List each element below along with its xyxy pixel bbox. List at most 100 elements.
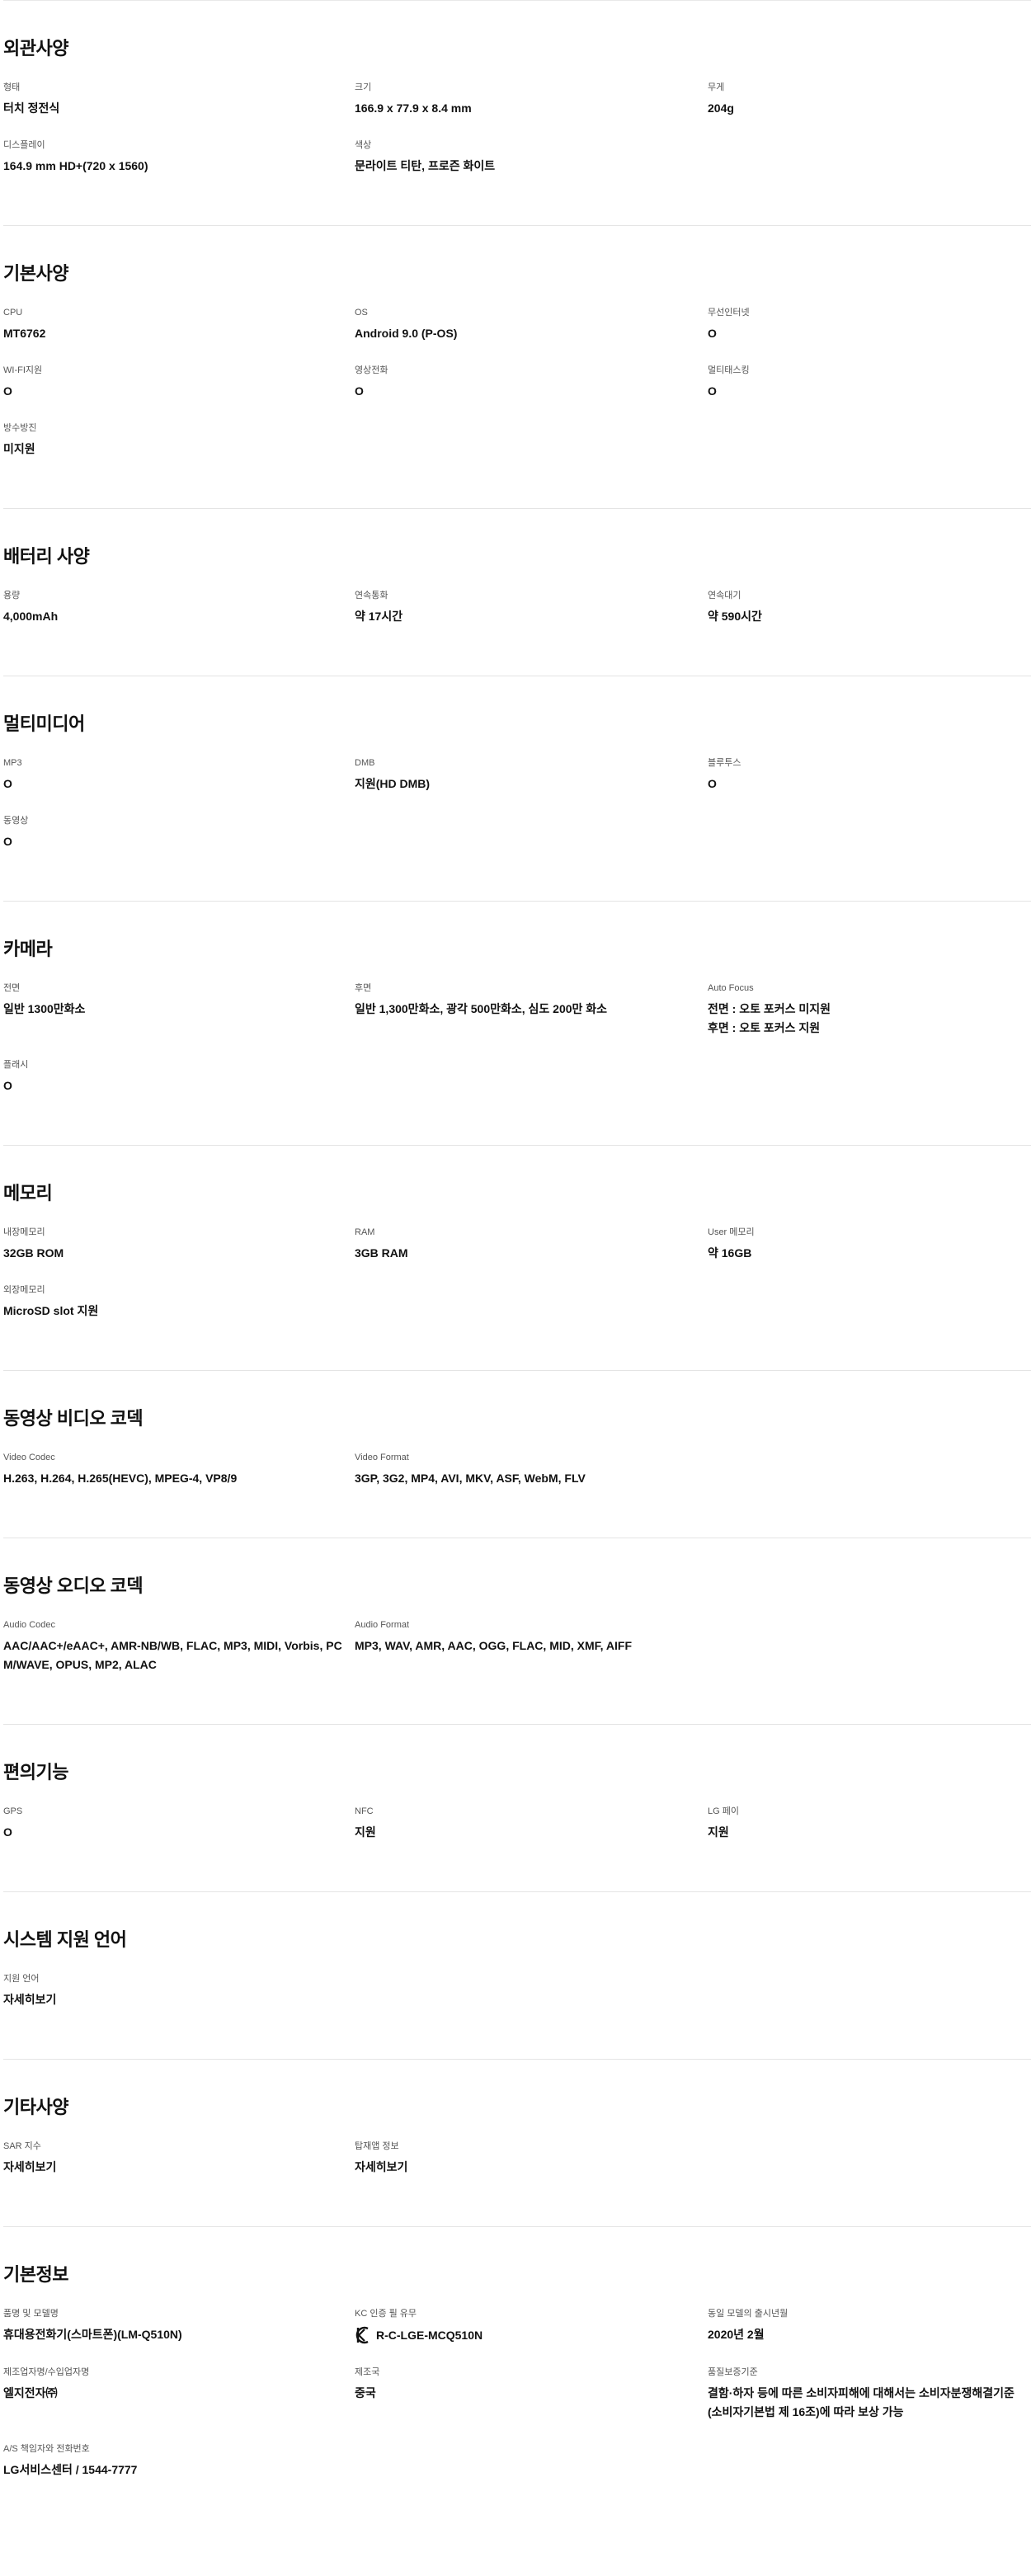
section-title: 동영상 오디오 코덱 bbox=[3, 1575, 144, 1596]
spec-section-1: 기본사양 CPU MT6762 OS Android 9.0 (P-OS) 무선인터넷 O… bbox=[3, 225, 1031, 508]
spec-grid: 내장메모리 32GB ROM RAM 3GB RAM User 메모리 약 16GB 외장메… bbox=[3, 1227, 1031, 1321]
spec-item: 품질보증기준 결함·하자 등에 따른 소비자피해에 대해서는 소비자분쟁해결기준(… bbox=[708, 2366, 1031, 2422]
spec-value: 중국 bbox=[355, 2386, 376, 2399]
spec-grid: 형태 터치 정전식 크기 166.9 x 77.9 x 8.4 mm 무게 204g 디스플… bbox=[3, 82, 1031, 176]
spec-grid: 용량 4,000mAh 연속통화 약 17시간 연속대기 약 590시간 bbox=[3, 590, 1031, 626]
section-title: 메모리 bbox=[3, 1183, 53, 1203]
spec-item: 무게 204g bbox=[708, 82, 1031, 118]
spec-value: 지원 bbox=[708, 1825, 729, 1839]
spec-item: KC 인증 필 유무 R-C-LGE-MCQ510N bbox=[355, 2308, 708, 2345]
section-title: 편의기능 bbox=[3, 1762, 68, 1782]
spec-value: Android 9.0 (P-OS) bbox=[355, 327, 458, 340]
spec-label: 연속통화 bbox=[355, 591, 388, 600]
spec-item: 제조국중국 bbox=[355, 2366, 708, 2422]
spec-grid: MP3 O DMB 지원(HD DMB) 블루투스 O 동영상 O bbox=[3, 757, 1031, 851]
spec-section-6: 동영상 비디오 코덱 Video Codec H.263, H.264, H.26… bbox=[3, 1370, 1031, 1538]
spec-label: Auto Focus bbox=[708, 983, 754, 993]
spec-value: 166.9 x 77.9 x 8.4 mm bbox=[355, 101, 472, 115]
spec-section-2: 배터리 사양 용량 4,000mAh 연속통화 약 17시간 연속대기 약 590시간 bbox=[3, 508, 1031, 676]
spec-item: SAR 지수자세히보기 bbox=[3, 2140, 355, 2177]
spec-grid: CPU MT6762 OS Android 9.0 (P-OS) 무선인터넷 O WI-FI… bbox=[3, 307, 1031, 459]
spec-section-8: 편의기능 GPS O NFC 지원 LG 페이 지원 bbox=[3, 1724, 1031, 1891]
spec-item: WI-FI지원 O bbox=[3, 365, 355, 401]
spec-item: Auto Focus 전면 : 오토 포커스 미지원 후면 : 오토 포커스 지원 bbox=[708, 982, 1031, 1038]
section-title: 배터리 사양 bbox=[3, 546, 90, 567]
spec-label: 제조업자명/수입업자명 bbox=[3, 2367, 90, 2377]
spec-label: 연속대기 bbox=[708, 591, 741, 600]
spec-label: GPS bbox=[3, 1806, 23, 1816]
spec-value: 204g bbox=[708, 101, 734, 115]
spec-sections: 외관사양 형태 터치 정전식 크기 166.9 x 77.9 x 8.4 mm 무게 20… bbox=[3, 0, 1031, 2529]
spec-section-9: 시스템 지원 언어 지원 언어 자세히보기 bbox=[3, 1891, 1031, 2059]
spec-grid: Video Codec H.263, H.264, H.265(HEVC), MP… bbox=[3, 1452, 1031, 1488]
spec-item: 연속대기 약 590시간 bbox=[708, 590, 1031, 626]
spec-value: 전면 : 오토 포커스 미지원 후면 : 오토 포커스 지원 bbox=[708, 1000, 1019, 1038]
spec-label: Audio Format bbox=[355, 1620, 410, 1630]
spec-value: 문라이트 티탄, 프로즌 화이트 bbox=[355, 159, 496, 172]
spec-item: 후면 일반 1,300만화소, 광각 500만화소, 심도 200만 화소 bbox=[355, 982, 708, 1038]
spec-label: OS bbox=[355, 308, 368, 318]
detail-link[interactable]: 자세히보기 bbox=[355, 2158, 696, 2177]
spec-item: 무선인터넷 O bbox=[708, 307, 1031, 343]
spec-section-5: 메모리 내장메모리 32GB ROM RAM 3GB RAM User 메모리 약 16G… bbox=[3, 1145, 1031, 1370]
detail-link[interactable]: 자세히보기 bbox=[3, 2158, 343, 2177]
spec-item: 영상전화 O bbox=[355, 365, 708, 401]
spec-grid: 품명 및 모델명휴대용전화기(스마트폰)(LM-Q510N) KC 인증 필 유무… bbox=[3, 2308, 1031, 2479]
spec-item: 색상문라이트 티탄, 프로즌 화이트 bbox=[355, 139, 708, 176]
spec-label: 외장메모리 bbox=[3, 1285, 45, 1295]
spec-section-7: 동영상 오디오 코덱 Audio Codec AAC/AAC+/eAAC+, AM… bbox=[3, 1538, 1031, 1724]
spec-label: Video Format bbox=[355, 1453, 409, 1462]
spec-label: 무선인터넷 bbox=[708, 308, 750, 318]
section-title: 외관사양 bbox=[3, 38, 68, 59]
spec-item: 연속통화약 17시간 bbox=[355, 590, 708, 626]
spec-value: 약 17시간 bbox=[355, 610, 403, 623]
spec-item: User 메모리 약 16GB bbox=[708, 1227, 1031, 1263]
spec-label: 색상 bbox=[355, 140, 372, 150]
spec-page: 외관사양 형태 터치 정전식 크기 166.9 x 77.9 x 8.4 mm 무게 20… bbox=[0, 0, 1031, 2529]
spec-item: 블루투스 O bbox=[708, 757, 1031, 794]
spec-label: 제조국 bbox=[355, 2367, 380, 2377]
spec-item: 지원 언어 자세히보기 bbox=[3, 1973, 355, 2009]
spec-value: 2020년 2월 bbox=[708, 2328, 765, 2341]
section-title: 기타사양 bbox=[3, 2097, 68, 2117]
spec-label: 품명 및 모델명 bbox=[3, 2309, 59, 2319]
spec-label: 영상전화 bbox=[355, 365, 388, 375]
spec-value: O bbox=[708, 777, 717, 790]
spec-item: A/S 책임자와 전화번호 LG서비스센터 / 1544-7777 bbox=[3, 2443, 355, 2479]
spec-grid: 전면 일반 1300만화소 후면 일반 1,300만화소, 광각 500만화소, 심도… bbox=[3, 982, 1031, 1095]
spec-label: 후면 bbox=[355, 983, 372, 993]
spec-label: 무게 bbox=[708, 82, 725, 92]
spec-item: 동영상 O bbox=[3, 815, 355, 851]
spec-value: 엘지전자㈜ bbox=[3, 2386, 58, 2399]
spec-label: A/S 책임자와 전화번호 bbox=[3, 2444, 90, 2454]
spec-value: 4,000mAh bbox=[3, 610, 59, 623]
spec-item: 제조업자명/수입업자명엘지전자㈜ bbox=[3, 2366, 355, 2422]
spec-label: 탑재앱 정보 bbox=[355, 2141, 399, 2151]
spec-grid: SAR 지수 자세히보기 탑재앱 정보 자세히보기 bbox=[3, 2140, 1031, 2177]
spec-item: 방수방진 미지원 bbox=[3, 422, 355, 459]
spec-value: O bbox=[3, 1079, 12, 1092]
spec-value: O bbox=[3, 384, 12, 398]
spec-value: O bbox=[3, 1825, 12, 1839]
spec-item: 탑재앱 정보자세히보기 bbox=[355, 2140, 708, 2177]
spec-label: 동영상 bbox=[3, 816, 29, 826]
spec-label: NFC bbox=[355, 1806, 374, 1816]
detail-link[interactable]: 자세히보기 bbox=[3, 1990, 343, 2009]
spec-label: SAR 지수 bbox=[3, 2141, 41, 2151]
spec-label: 방수방진 bbox=[3, 423, 37, 433]
spec-value: 3GP, 3G2, MP4, AVI, MKV, ASF, WebM, FLV bbox=[355, 1472, 586, 1485]
spec-value: 32GB ROM bbox=[3, 1246, 64, 1260]
spec-value: 휴대용전화기(스마트폰)(LM-Q510N) bbox=[3, 2328, 182, 2341]
spec-label: RAM bbox=[355, 1227, 375, 1237]
section-title: 동영상 비디오 코덱 bbox=[3, 1408, 144, 1429]
spec-label: 블루투스 bbox=[708, 758, 741, 768]
section-title: 기본정보 bbox=[3, 2264, 68, 2285]
section-title: 멀티미디어 bbox=[3, 713, 85, 734]
spec-item: 전면 일반 1300만화소 bbox=[3, 982, 355, 1038]
spec-item: 플래시 O bbox=[3, 1059, 355, 1095]
spec-item: 형태 터치 정전식 bbox=[3, 82, 355, 118]
spec-label: User 메모리 bbox=[708, 1227, 755, 1237]
spec-label: 전면 bbox=[3, 983, 21, 993]
spec-section-3: 멀티미디어 MP3 O DMB 지원(HD DMB) 블루투스 O 동영상 O bbox=[3, 676, 1031, 901]
spec-item: 용량 4,000mAh bbox=[3, 590, 355, 626]
